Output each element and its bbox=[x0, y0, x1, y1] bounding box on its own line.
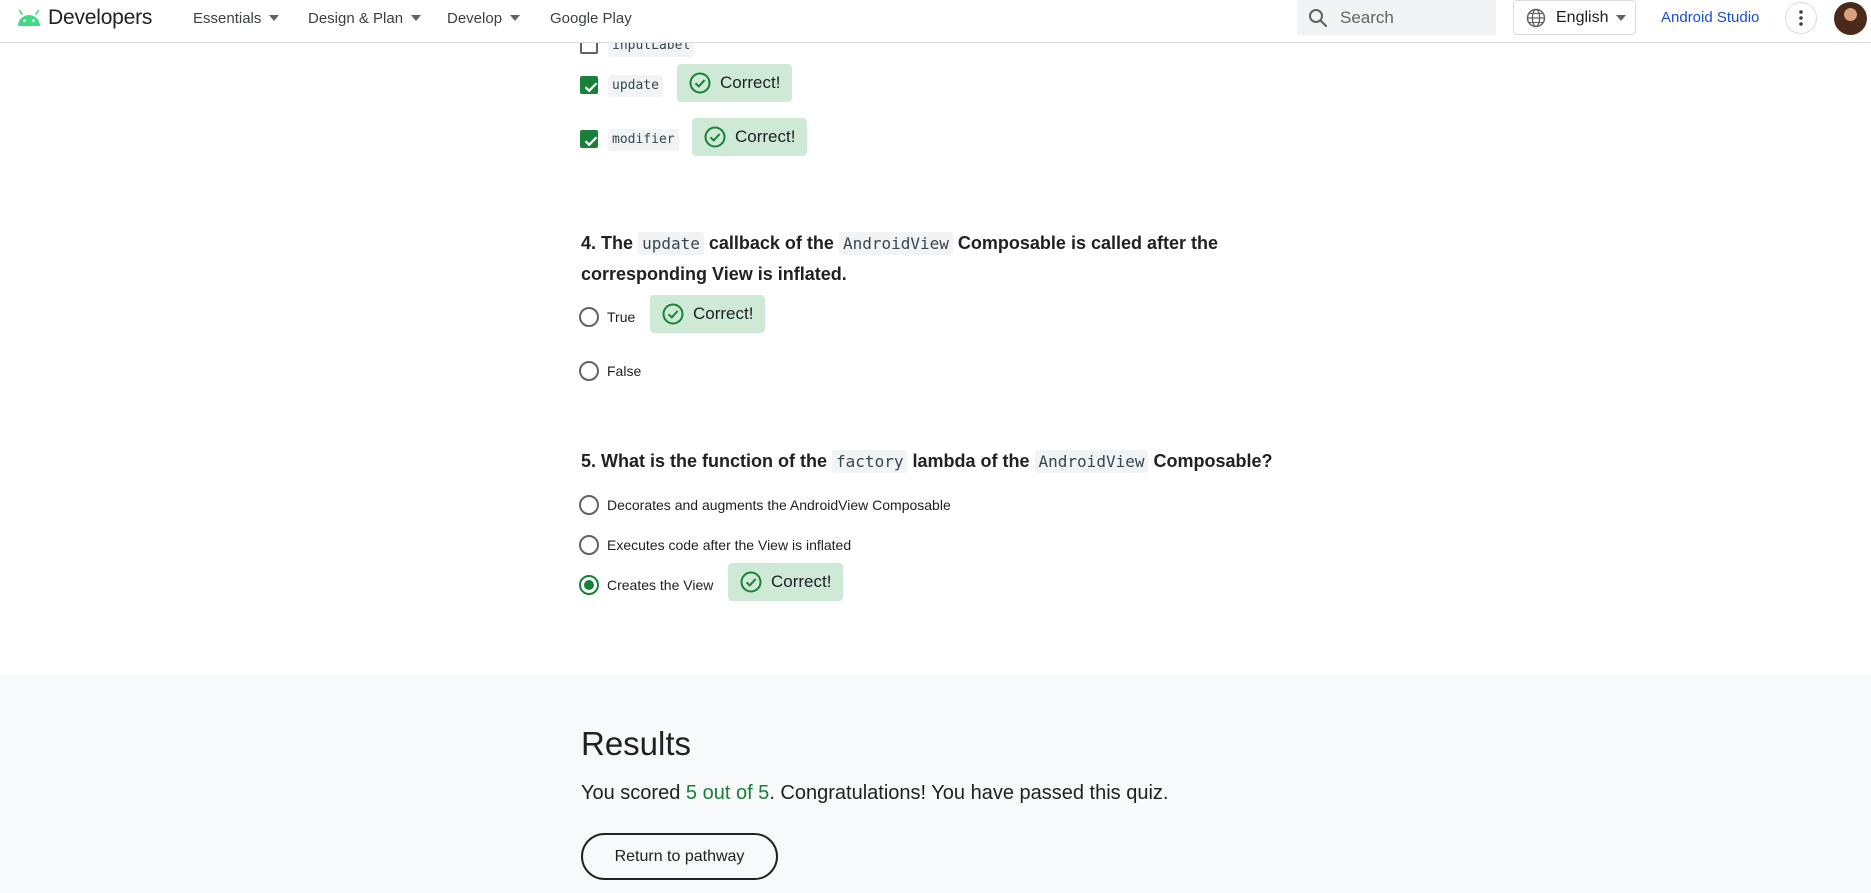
dropdown-caret-icon bbox=[510, 15, 521, 21]
brand-name: Developers bbox=[48, 6, 153, 29]
option-label-creates-view: Creates the View bbox=[607, 577, 714, 593]
radio-true[interactable] bbox=[579, 307, 599, 327]
correct-feedback-text: Correct! bbox=[735, 127, 796, 146]
correct-feedback-text: Correct! bbox=[771, 572, 832, 591]
dropdown-caret-icon bbox=[269, 15, 280, 21]
option-label-true: True bbox=[607, 309, 636, 325]
user-avatar[interactable] bbox=[1834, 2, 1867, 35]
results-section: Results You scored 5 out of 5. Congratul… bbox=[0, 675, 1871, 893]
android-logo-icon bbox=[18, 10, 40, 26]
option-label-decorates-augments: Decorates and augments the AndroidView C… bbox=[607, 497, 951, 513]
developers-logo[interactable]: Developers bbox=[16, 6, 152, 30]
question-4-text: 4. The update callback of the AndroidVie… bbox=[581, 232, 1218, 284]
option-code-modifier: modifier bbox=[608, 129, 679, 151]
language-selector[interactable]: English bbox=[1513, 0, 1636, 35]
correct-feedback-badge: Correct! bbox=[677, 64, 793, 102]
check-circle-icon bbox=[704, 126, 726, 148]
checkmark-icon bbox=[584, 136, 598, 147]
search-box[interactable] bbox=[1297, 0, 1496, 35]
radio-false[interactable] bbox=[579, 361, 599, 381]
results-heading: Results bbox=[581, 725, 692, 762]
question-5-text: 5. What is the function of the factory l… bbox=[581, 450, 1273, 473]
inline-code: factory bbox=[832, 450, 908, 473]
correct-feedback-text: Correct! bbox=[693, 304, 754, 323]
results-score-text: You scored 5 out of 5. Congratulations! … bbox=[581, 782, 1169, 804]
dropdown-caret-icon bbox=[1616, 14, 1627, 21]
checkbox-modifier[interactable] bbox=[580, 130, 598, 148]
search-input[interactable] bbox=[1338, 6, 1492, 29]
return-to-pathway-button[interactable]: Return to pathway bbox=[581, 833, 778, 880]
radio-creates-view[interactable] bbox=[579, 575, 599, 595]
checkbox-update[interactable] bbox=[580, 76, 598, 94]
language-label: English bbox=[1556, 8, 1609, 26]
dropdown-caret-icon bbox=[411, 15, 422, 21]
score-value: 5 out of 5 bbox=[685, 782, 770, 804]
more-options-button[interactable] bbox=[1785, 2, 1817, 34]
option-label-false: False bbox=[607, 363, 642, 379]
nav-design-plan-label: Design & Plan bbox=[308, 9, 404, 27]
inline-code: AndroidView bbox=[1034, 450, 1149, 473]
correct-feedback-badge: Correct! bbox=[692, 118, 808, 156]
check-circle-icon bbox=[662, 303, 684, 325]
nav-essentials[interactable]: Essentials bbox=[193, 0, 280, 36]
android-studio-link[interactable]: Android Studio bbox=[1661, 9, 1759, 26]
option-code-update: update bbox=[608, 75, 663, 97]
check-circle-icon bbox=[740, 571, 762, 593]
nav-google-play[interactable]: Google Play bbox=[550, 0, 632, 36]
correct-feedback-badge: Correct! bbox=[650, 295, 766, 333]
inline-code: AndroidView bbox=[838, 232, 953, 255]
correct-feedback-text: Correct! bbox=[720, 73, 781, 92]
radio-executes-code[interactable] bbox=[579, 535, 599, 555]
search-icon bbox=[1309, 8, 1328, 27]
option-label-executes-code: Executes code after the View is inflated bbox=[607, 537, 852, 553]
nav-develop-label: Develop bbox=[447, 9, 503, 27]
radio-decorates-augments[interactable] bbox=[579, 495, 599, 515]
nav-design-plan[interactable]: Design & Plan bbox=[308, 0, 422, 36]
check-circle-icon bbox=[689, 72, 711, 94]
nav-develop[interactable]: Develop bbox=[447, 0, 521, 36]
nav-google-play-label: Google Play bbox=[550, 9, 632, 27]
top-navigation-bar: Developers Essentials Design & Plan Deve… bbox=[0, 0, 1871, 43]
inline-code: update bbox=[638, 232, 704, 255]
more-vert-icon bbox=[1799, 10, 1803, 26]
checkmark-icon bbox=[584, 82, 598, 93]
nav-essentials-label: Essentials bbox=[193, 9, 262, 27]
globe-icon bbox=[1526, 8, 1546, 27]
correct-feedback-badge: Correct! bbox=[728, 563, 844, 601]
